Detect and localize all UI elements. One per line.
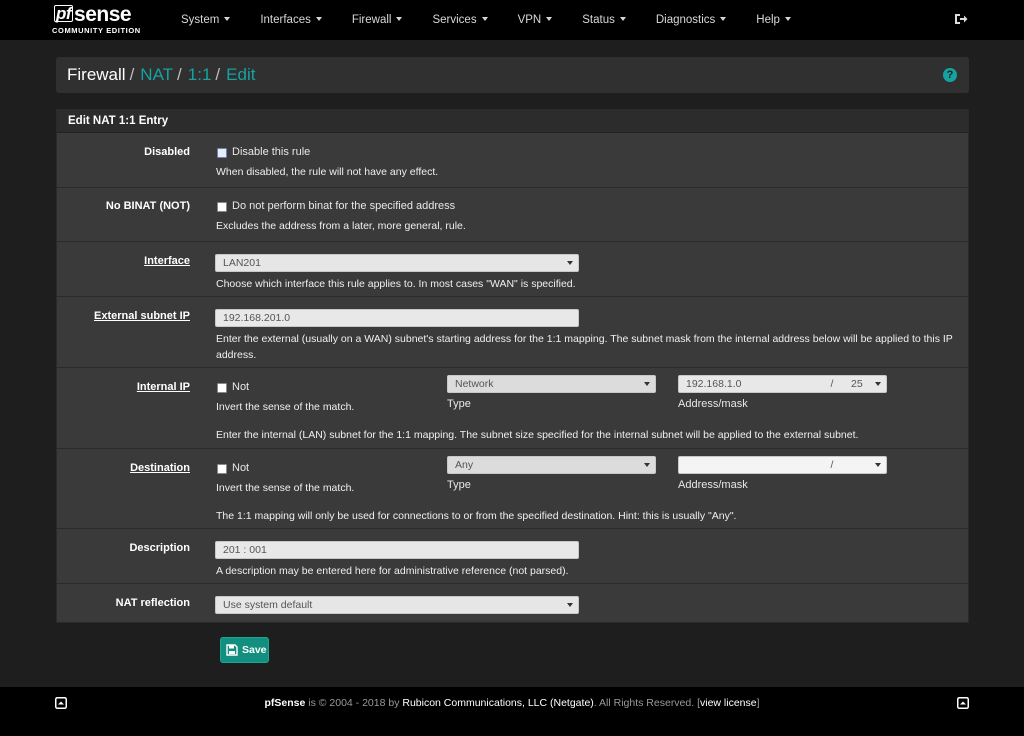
destination-type-select[interactable]: Any: [447, 456, 656, 474]
question-circle-icon[interactable]: ?: [943, 68, 957, 82]
interface-help: Choose which interface this rule applies…: [216, 278, 576, 290]
internal-not-help: Invert the sense of the match.: [216, 401, 355, 413]
internal-not-checkbox[interactable]: [217, 383, 227, 393]
breadcrumb-separator: /: [129, 65, 135, 84]
internal-ip-label[interactable]: Internal IP: [137, 381, 190, 393]
external-subnet-input[interactable]: 192.168.201.0: [215, 309, 579, 327]
internal-mask-select[interactable]: 25: [851, 376, 863, 392]
row-destination: Destination Not Invert the sense of the …: [57, 449, 968, 529]
description-help: A description may be entered here for ad…: [216, 565, 569, 577]
row-interface: Interface LAN201 Choose which interface …: [57, 242, 968, 297]
row-description: Description 201 : 001 A description may …: [57, 529, 968, 584]
internal-ip-help: Enter the internal (LAN) subnet for the …: [216, 429, 859, 441]
caret-down-icon: [619, 17, 626, 21]
nav-firewall[interactable]: Firewall: [337, 0, 418, 40]
caret-down-icon: [720, 17, 727, 21]
chevron-down-icon: [644, 463, 650, 467]
breadcrumb-separator: /: [177, 65, 182, 84]
destination-help: The 1:1 mapping will only be used for co…: [216, 510, 737, 522]
caret-down-icon: [396, 17, 403, 21]
internal-not-label[interactable]: Not: [232, 381, 249, 393]
logo-subtitle: COMMUNITY EDITION: [52, 26, 141, 35]
destination-label[interactable]: Destination: [130, 462, 190, 474]
internal-address-input[interactable]: 192.168.1.0: [686, 376, 741, 392]
nav-vpn[interactable]: VPN: [503, 0, 568, 40]
nat-reflection-label: NAT reflection: [115, 597, 190, 609]
save-disk-icon: [226, 644, 238, 656]
disabled-label: Disabled: [144, 146, 190, 158]
disable-rule-checkbox-label[interactable]: Disable this rule: [232, 146, 310, 158]
pfsense-logo[interactable]: pf sense COMMUNITY EDITION: [0, 0, 150, 40]
chevron-down-icon: [567, 261, 573, 265]
footer-copyright: pfSense is © 2004 - 2018 by Rubicon Comm…: [264, 697, 760, 709]
breadcrumb-separator: /: [215, 65, 221, 84]
destination-not-label[interactable]: Not: [232, 462, 249, 474]
save-button-label: Save: [242, 644, 267, 656]
row-nat-reflection: NAT reflection Use system default: [57, 584, 968, 622]
disable-rule-checkbox[interactable]: [217, 148, 227, 158]
breadcrumb-nat[interactable]: NAT: [140, 65, 173, 85]
nav-help[interactable]: Help: [741, 0, 806, 40]
nat-reflection-select[interactable]: Use system default: [215, 596, 579, 614]
top-navbar: pf sense COMMUNITY EDITION System Interfa…: [0, 0, 1024, 40]
chevron-down-icon: [644, 382, 650, 386]
logo-sense: sense: [74, 3, 132, 26]
panel-title: Edit NAT 1:1 Entry: [57, 110, 968, 133]
destination-not-help: Invert the sense of the match.: [216, 482, 355, 494]
nobinat-checkbox[interactable]: [217, 202, 227, 212]
caret-down-icon: [481, 17, 488, 21]
edit-nat-panel: Edit NAT 1:1 Entry Disabled Disable this…: [56, 109, 969, 623]
nobinat-checkbox-label[interactable]: Do not perform binat for the specified a…: [232, 200, 455, 212]
external-subnet-label[interactable]: External subnet IP: [94, 310, 190, 322]
row-external-subnet: External subnet IP 192.168.201.0 Enter t…: [57, 297, 968, 368]
row-disabled: Disabled Disable this rule When disabled…: [57, 134, 968, 188]
mask-separator: /: [821, 457, 843, 473]
caret-down-icon: [546, 17, 553, 21]
nav-interfaces[interactable]: Interfaces: [245, 0, 337, 40]
caret-down-icon: [315, 17, 322, 21]
main-menu: System Interfaces Firewall Services VPN …: [166, 0, 806, 40]
description-input[interactable]: 201 : 001: [215, 541, 579, 559]
logo-pf: pf: [54, 4, 74, 23]
row-internal-ip: Internal IP Not Invert the sense of the …: [57, 368, 968, 449]
breadcrumb-edit: Edit: [226, 65, 256, 84]
internal-type-label: Type: [447, 398, 471, 410]
nav-system[interactable]: System: [166, 0, 245, 40]
chevron-down-icon: [567, 603, 573, 607]
destination-address-group: /: [678, 456, 887, 474]
footer-company-link[interactable]: Rubicon Communications, LLC (Netgate): [402, 697, 593, 709]
disabled-help: When disabled, the rule will not have an…: [216, 166, 439, 178]
nav-diagnostics[interactable]: Diagnostics: [641, 0, 741, 40]
sign-out-icon[interactable]: [954, 12, 968, 26]
nav-status[interactable]: Status: [567, 0, 641, 40]
mask-separator: /: [821, 376, 843, 392]
view-license-link[interactable]: view license: [700, 697, 757, 709]
external-subnet-help: Enter the external (usually on a WAN) su…: [216, 333, 953, 361]
interface-select[interactable]: LAN201: [215, 254, 579, 272]
breadcrumb-firewall[interactable]: Firewall: [67, 65, 126, 85]
nav-services[interactable]: Services: [417, 0, 502, 40]
internal-address-label: Address/mask: [678, 398, 748, 410]
chevron-down-icon: [875, 382, 881, 386]
destination-not-checkbox[interactable]: [217, 464, 227, 474]
destination-address-label: Address/mask: [678, 479, 748, 491]
footer-brand: pfSense: [264, 697, 306, 709]
interface-label[interactable]: Interface: [144, 255, 190, 267]
nobinat-label: No BINAT (NOT): [105, 200, 190, 212]
chevron-up-square-icon[interactable]: [957, 697, 969, 709]
internal-address-group: 192.168.1.0 / 25: [678, 375, 887, 393]
breadcrumb-one-to-one[interactable]: 1:1: [188, 65, 212, 85]
save-button[interactable]: Save: [220, 637, 269, 663]
nobinat-help: Excludes the address from a later, more …: [216, 220, 466, 232]
caret-down-icon: [224, 17, 231, 21]
caret-down-icon: [784, 17, 791, 21]
destination-type-label: Type: [447, 479, 471, 491]
footer: pfSense is © 2004 - 2018 by Rubicon Comm…: [0, 687, 1024, 736]
chevron-down-icon: [875, 463, 881, 467]
internal-type-select[interactable]: Network: [447, 375, 656, 393]
row-nobinat: No BINAT (NOT) Do not perform binat for …: [57, 188, 968, 242]
breadcrumb: Firewall / NAT / 1:1 / Edit ?: [56, 57, 969, 93]
description-label: Description: [129, 542, 190, 554]
